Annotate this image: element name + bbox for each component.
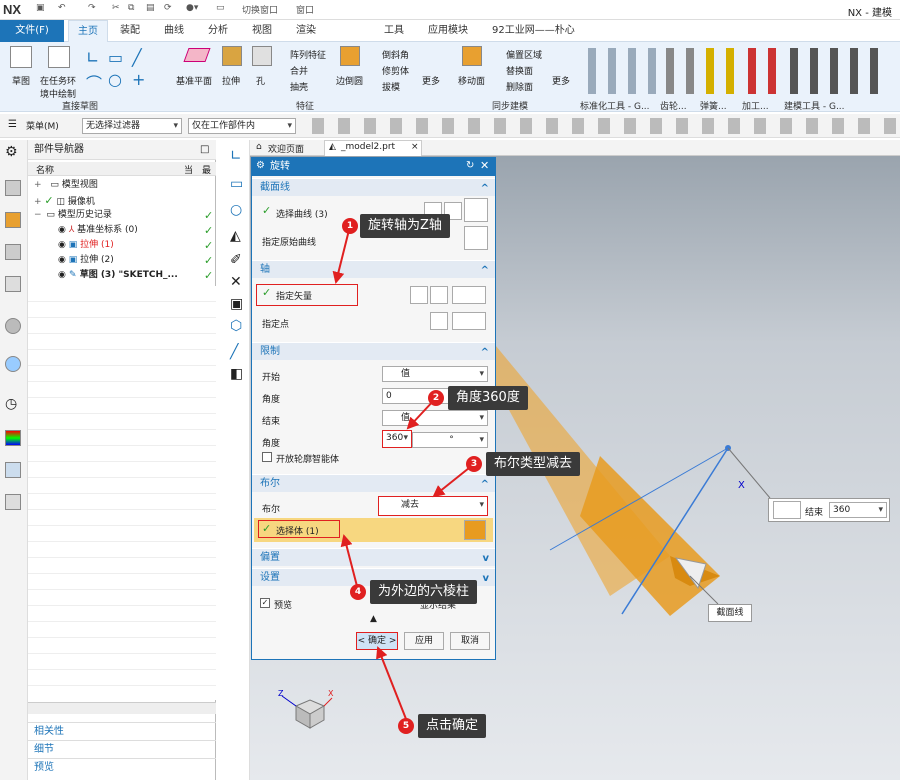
callout-4-badge: 4 <box>350 584 366 600</box>
callout-3-badge: 3 <box>466 456 482 472</box>
callout-2-badge: 2 <box>428 390 444 406</box>
callout-1-badge: 1 <box>342 218 358 234</box>
callout-5-badge: 5 <box>398 718 414 734</box>
callout-3: 布尔类型减去 <box>486 452 581 476</box>
callout-1: 旋转轴为Z轴 <box>360 214 450 238</box>
callout-2: 角度360度 <box>448 386 528 410</box>
callout-5: 点击确定 <box>418 714 487 738</box>
callout-4: 为外边的六棱柱 <box>370 580 478 604</box>
